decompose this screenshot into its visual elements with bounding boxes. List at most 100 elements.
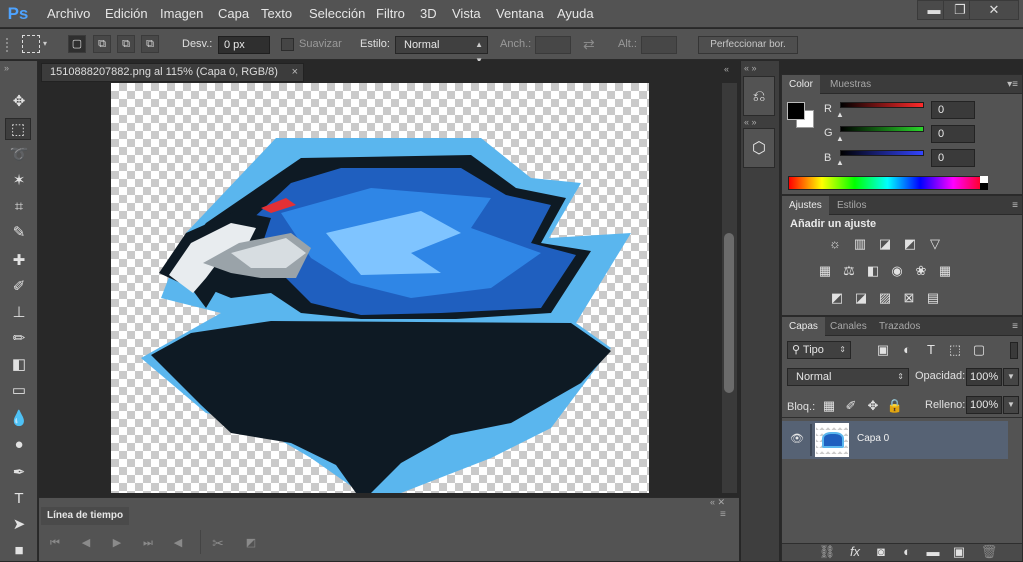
adjustments-panel-menu-icon[interactable]: ≡ — [1012, 196, 1018, 215]
filter-shape-icon[interactable]: ⬚ — [946, 341, 964, 359]
menu-vista[interactable]: Vista — [452, 0, 481, 28]
green-value-input[interactable]: 0 — [931, 125, 975, 143]
collapse-tools-icon[interactable]: » — [4, 63, 9, 73]
delete-layer-icon[interactable]: 🗑 — [980, 543, 998, 561]
timeline-menu-icon[interactable]: ≡ — [720, 509, 726, 520]
lock-pixels-icon[interactable]: ✐ — [842, 397, 860, 415]
midcol2-collapse-icon[interactable]: « » — [744, 117, 757, 127]
gradient-map-icon[interactable]: ▤ — [924, 289, 942, 307]
vibrance-icon[interactable]: ▽ — [926, 235, 944, 253]
crop-tool-icon[interactable]: ⌗ — [7, 196, 31, 218]
new-group-icon[interactable]: ▬ — [924, 543, 942, 561]
height-input[interactable] — [641, 36, 677, 54]
timeline-collapse-icon[interactable]: « ✕ — [710, 497, 725, 508]
swap-icon[interactable]: ⇄ — [583, 36, 595, 53]
audio-icon[interactable]: ◀ — [170, 535, 186, 551]
next-frame-icon[interactable]: ⏭ — [140, 535, 156, 551]
gradient-tool-icon[interactable]: ▭ — [7, 380, 31, 402]
blue-value-input[interactable]: 0 — [931, 149, 975, 167]
lock-transparency-icon[interactable]: ▦ — [820, 397, 838, 415]
filter-adjustment-icon[interactable]: ◐ — [898, 341, 916, 359]
filter-toggle[interactable] — [1010, 342, 1018, 359]
lock-position-icon[interactable]: ✥ — [864, 397, 882, 415]
vertical-scrollbar[interactable] — [722, 83, 737, 493]
menu-ventana[interactable]: Ventana — [496, 0, 544, 28]
channel-mixer-icon[interactable]: ❀ — [912, 262, 930, 280]
foreground-color-swatch[interactable] — [787, 102, 805, 120]
close-document-icon[interactable]: × — [292, 64, 298, 81]
rect-marquee-tool-icon[interactable]: ⬚ — [5, 118, 31, 140]
midcol-collapse-icon[interactable]: « » — [744, 63, 757, 73]
path-selection-tool-icon[interactable]: ➤ — [7, 514, 31, 536]
style-dropdown[interactable]: Normal ▲▼ — [395, 36, 488, 65]
menu-texto[interactable]: Texto — [261, 0, 292, 28]
antialias-checkbox[interactable] — [281, 38, 294, 51]
levels-icon[interactable]: ▥ — [851, 235, 869, 253]
filter-type-icon[interactable]: T — [922, 341, 940, 359]
tab-layers[interactable]: Capas — [782, 317, 825, 336]
black-white-ramp[interactable] — [980, 176, 988, 190]
black-white-icon[interactable]: ◧ — [864, 262, 882, 280]
shape-tool-icon[interactable]: ■ — [7, 540, 31, 562]
layer-style-icon[interactable]: fx — [846, 543, 864, 561]
menu-filtro[interactable]: Filtro — [376, 0, 405, 28]
tab-channels[interactable]: Canales — [823, 317, 874, 336]
brush-tool-icon[interactable]: ✐ — [7, 276, 31, 298]
new-selection-icon[interactable]: ▢ — [68, 35, 86, 53]
tab-swatches[interactable]: Muestras — [823, 75, 878, 94]
lock-all-icon[interactable]: 🔒 — [886, 397, 904, 415]
move-tool-icon[interactable]: ✥ — [7, 91, 31, 113]
play-icon[interactable]: ▶ — [109, 535, 125, 551]
link-layers-icon[interactable]: ⛓ — [818, 543, 836, 561]
tab-styles[interactable]: Estilos — [830, 196, 873, 215]
add-selection-icon[interactable]: ⧉ — [93, 35, 111, 53]
eye-icon[interactable]: 👁 — [790, 432, 804, 445]
color-balance-icon[interactable]: ⚖ — [840, 262, 858, 280]
marquee-tool-icon[interactable] — [22, 35, 40, 53]
blue-slider[interactable] — [840, 150, 924, 156]
panel-collapse-icon[interactable]: « — [724, 64, 729, 74]
split-icon[interactable]: ✂ — [210, 535, 226, 551]
tab-paths[interactable]: Trazados — [872, 317, 927, 336]
stamp-tool-icon[interactable]: ⊥ — [7, 302, 31, 324]
canvas[interactable] — [111, 83, 649, 493]
invert-icon[interactable]: ◩ — [828, 289, 846, 307]
tab-adjustments[interactable]: Ajustes — [782, 196, 829, 215]
eyedropper-tool-icon[interactable]: ✎ — [7, 222, 31, 244]
lasso-tool-icon[interactable]: ➰ — [7, 144, 31, 166]
blue-slider-handle-icon[interactable]: ▲ — [836, 158, 844, 167]
new-layer-icon[interactable]: ▣ — [950, 543, 968, 561]
history-brush-tool-icon[interactable]: ✏ — [7, 328, 31, 350]
tool-preset-arrow-icon[interactable]: ▾ — [43, 39, 47, 48]
healing-brush-tool-icon[interactable]: ✚ — [7, 250, 31, 272]
history-panel-icon[interactable]: ⎌ — [743, 76, 775, 116]
fill-input[interactable]: 100% — [966, 396, 1002, 414]
blur-tool-icon[interactable]: 💧 — [7, 408, 31, 430]
menu-capa[interactable]: Capa — [218, 0, 249, 28]
type-tool-icon[interactable]: T — [7, 488, 31, 510]
menu-imagen[interactable]: Imagen — [160, 0, 203, 28]
layer-row-capa-0[interactable]: 👁 Capa 0 — [782, 421, 1008, 459]
menu-ayuda[interactable]: Ayuda — [557, 0, 594, 28]
opacity-input[interactable]: 100% — [966, 368, 1002, 386]
transition-icon[interactable]: ◩ — [243, 535, 259, 551]
close-window-button[interactable]: ✕ — [969, 0, 1019, 20]
hue-saturation-icon[interactable]: ▦ — [816, 262, 834, 280]
green-slider[interactable] — [840, 126, 924, 132]
red-slider[interactable] — [840, 102, 924, 108]
eraser-tool-icon[interactable]: ◧ — [7, 354, 31, 376]
curves-icon[interactable]: ◪ — [876, 235, 894, 253]
red-value-input[interactable]: 0 — [931, 101, 975, 119]
add-mask-icon[interactable]: ◙ — [872, 543, 890, 561]
brightness-icon[interactable]: ☼ — [826, 235, 844, 253]
dodge-tool-icon[interactable]: ● — [7, 434, 31, 456]
threshold-icon[interactable]: ▨ — [876, 289, 894, 307]
menu-3d[interactable]: 3D — [420, 0, 437, 28]
color-lookup-icon[interactable]: ▦ — [936, 262, 954, 280]
scrollbar-thumb[interactable] — [724, 233, 734, 393]
document-tab[interactable]: 1510888207882.png al 115% (Capa 0, RGB/8… — [41, 63, 304, 82]
first-frame-icon[interactable]: ⏮ — [47, 535, 63, 551]
new-adjustment-icon[interactable]: ◐ — [898, 543, 916, 561]
width-input[interactable] — [535, 36, 571, 54]
fill-arrow-icon[interactable]: ▼ — [1003, 396, 1019, 414]
